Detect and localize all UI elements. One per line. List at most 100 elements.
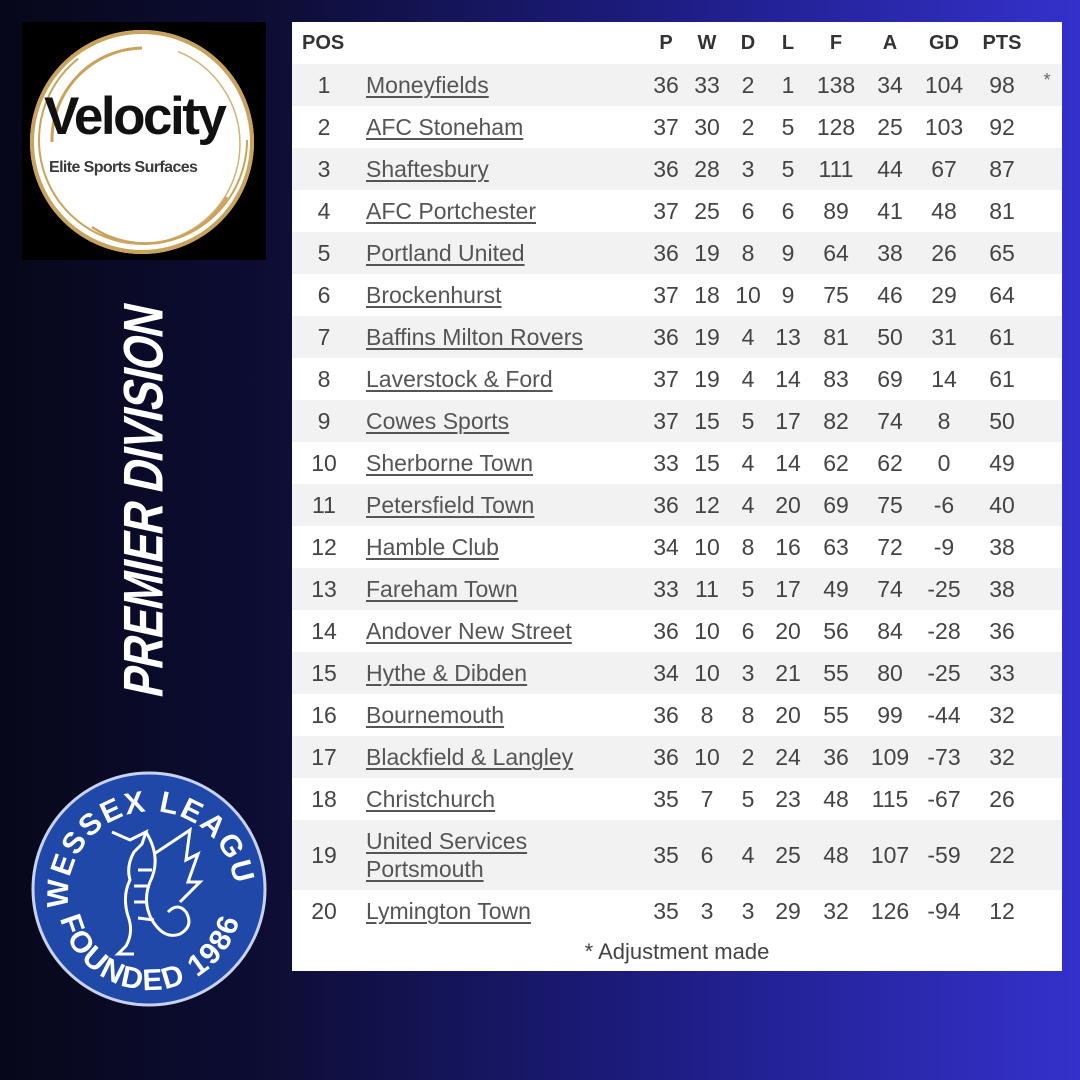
table-row: 6 Brockenhurst 37 18 10 9 75 46 29 64 <box>292 274 1062 316</box>
adjustment-marker <box>1032 694 1062 700</box>
won-cell: 12 <box>694 491 720 518</box>
won-cell: 3 <box>700 897 714 924</box>
goals-against-cell: 107 <box>870 841 910 868</box>
team-link[interactable]: Andover New Street <box>366 617 572 645</box>
points-cell: 36 <box>989 617 1015 644</box>
team-link[interactable]: AFC Portchester <box>366 197 536 225</box>
table-footnote: * Adjustment made <box>584 939 770 964</box>
goals-for-cell: 82 <box>823 407 849 434</box>
table-row: 3 Shaftesbury 36 28 3 5 111 44 67 87 <box>292 148 1062 190</box>
lost-cell: 20 <box>775 491 801 518</box>
header-played: P <box>659 31 673 54</box>
team-link[interactable]: Christchurch <box>366 785 495 813</box>
table-row: 19 United Services Portsmouth 35 6 4 25 48 107-… <box>292 820 1062 890</box>
team-link[interactable]: Baffins Milton Rovers <box>366 323 583 351</box>
team-link[interactable]: Brockenhurst <box>366 281 502 309</box>
team-link[interactable]: Fareham Town <box>366 575 518 603</box>
goals-against-cell: 84 <box>877 617 903 644</box>
team-link[interactable]: Hythe & Dibden <box>366 659 527 687</box>
goals-for-cell: 63 <box>823 533 849 560</box>
goals-against-cell: 75 <box>877 491 903 518</box>
points-cell: 33 <box>989 659 1015 686</box>
drawn-cell: 2 <box>741 71 755 98</box>
goals-against-cell: 126 <box>870 897 910 924</box>
team-link[interactable]: Bournemouth <box>366 701 504 729</box>
played-cell: 35 <box>653 785 679 812</box>
team-link[interactable]: United Services Portsmouth <box>366 827 556 883</box>
won-cell: 30 <box>694 113 720 140</box>
played-cell: 36 <box>653 491 679 518</box>
played-cell: 36 <box>653 323 679 350</box>
won-cell: 10 <box>694 533 720 560</box>
team-link[interactable]: AFC Stoneham <box>366 113 523 141</box>
played-cell: 36 <box>653 617 679 644</box>
drawn-cell: 8 <box>741 239 755 266</box>
goals-against-cell: 80 <box>877 659 903 686</box>
goals-for-cell: 62 <box>823 449 849 476</box>
played-cell: 37 <box>653 407 679 434</box>
team-cell: Fareham Town <box>356 575 646 603</box>
points-cell: 65 <box>989 239 1015 266</box>
won-cell: 18 <box>694 281 720 308</box>
team-link[interactable]: Moneyfields <box>366 71 489 99</box>
drawn-cell: 8 <box>741 701 755 728</box>
won-cell: 15 <box>694 449 720 476</box>
team-cell: United Services Portsmouth <box>356 827 646 883</box>
goals-for-cell: 48 <box>823 785 849 812</box>
team-cell: Petersfield Town <box>356 491 646 519</box>
drawn-cell: 5 <box>741 575 755 602</box>
adjustment-marker <box>1032 890 1062 896</box>
position-cell: 4 <box>317 197 331 224</box>
adjustment-marker <box>1032 442 1062 448</box>
played-cell: 36 <box>653 743 679 770</box>
team-link[interactable]: Portland United <box>366 239 525 267</box>
table-row: 18 Christchurch 35 7 5 23 48 115 -67 26 <box>292 778 1062 820</box>
adjustment-marker <box>1032 358 1062 364</box>
team-cell: Hamble Club <box>356 533 646 561</box>
adjustment-marker <box>1032 778 1062 784</box>
table-row: 12 Hamble Club 34 10 8 16 63 72 -9 38 <box>292 526 1062 568</box>
lost-cell: 17 <box>775 575 801 602</box>
adjustment-marker: * <box>1043 70 1051 90</box>
team-cell: AFC Portchester <box>356 197 646 225</box>
drawn-cell: 4 <box>741 841 755 868</box>
team-link[interactable]: Laverstock & Ford <box>366 365 553 393</box>
lost-cell: 20 <box>775 701 801 728</box>
team-link[interactable]: Petersfield Town <box>366 491 534 519</box>
goals-against-cell: 50 <box>877 323 903 350</box>
goal-difference-cell: -67 <box>927 785 961 812</box>
team-link[interactable]: Blackfield & Langley <box>366 743 573 771</box>
won-cell: 11 <box>695 575 719 602</box>
points-cell: 92 <box>989 113 1015 140</box>
goals-against-cell: 74 <box>877 575 903 602</box>
position-cell: 12 <box>311 533 337 560</box>
won-cell: 25 <box>694 197 720 224</box>
table-header: POS P W D L F A GD PTS <box>292 22 1062 64</box>
team-link[interactable]: Hamble Club <box>366 533 499 561</box>
drawn-cell: 8 <box>741 533 755 560</box>
table-row: 7 Baffins Milton Rovers 36 19 4 13 81 50 31 61 <box>292 316 1062 358</box>
team-cell: Moneyfields <box>356 71 646 99</box>
won-cell: 15 <box>694 407 720 434</box>
header-for: F <box>829 31 843 54</box>
lost-cell: 14 <box>775 365 801 392</box>
adjustment-marker <box>1032 106 1062 112</box>
team-link[interactable]: Cowes Sports <box>366 407 509 435</box>
points-cell: 38 <box>989 533 1015 560</box>
team-link[interactable]: Shaftesbury <box>366 155 489 183</box>
goals-for-cell: 128 <box>816 113 856 140</box>
points-cell: 81 <box>989 197 1015 224</box>
adjustment-marker <box>1032 484 1062 490</box>
points-cell: 26 <box>989 785 1015 812</box>
team-cell: Portland United <box>356 239 646 267</box>
drawn-cell: 4 <box>741 323 755 350</box>
team-link[interactable]: Sherborne Town <box>366 449 533 477</box>
position-cell: 6 <box>317 281 331 308</box>
team-link[interactable]: Lymington Town <box>366 897 531 925</box>
played-cell: 37 <box>653 197 679 224</box>
played-cell: 36 <box>653 701 679 728</box>
goal-difference-cell: 103 <box>924 113 964 140</box>
drawn-cell: 5 <box>741 785 755 812</box>
table-row: 20 Lymington Town 35 3 3 29 32 126 -94 12 <box>292 890 1062 932</box>
goals-against-cell: 25 <box>877 113 903 140</box>
